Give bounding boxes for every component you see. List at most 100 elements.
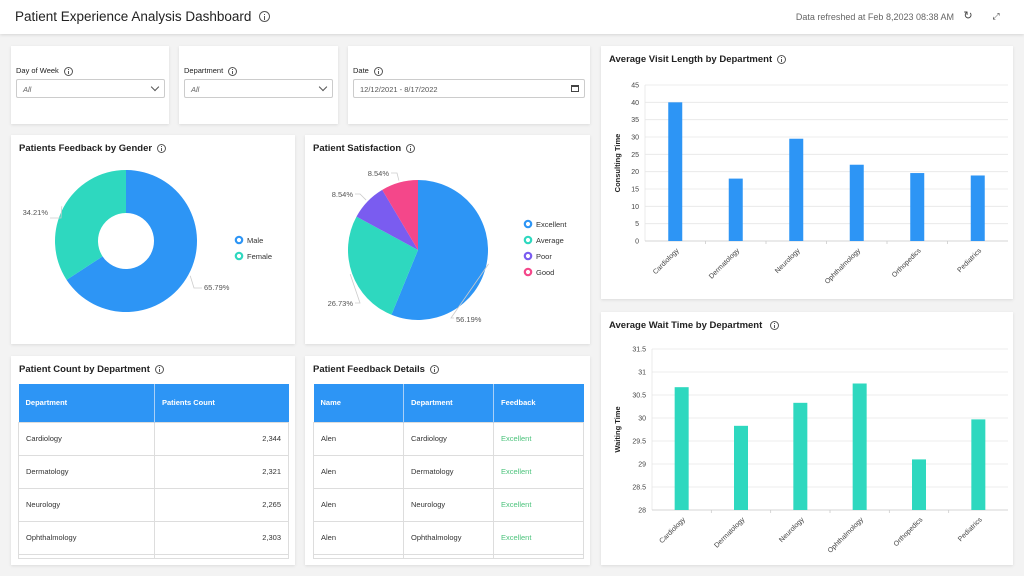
- name-cell: Alen: [313, 421, 404, 456]
- count-cell: 2,344: [154, 421, 289, 456]
- bar-pediatrics: [970, 175, 985, 241]
- y-tick-label: 10: [631, 204, 639, 211]
- data-label-average: 26.73%: [328, 299, 354, 308]
- column-header-patients-count[interactable]: Patients Count: [154, 384, 289, 422]
- dashboard-title: Patient Experience Analysis Dashboard: [15, 9, 252, 24]
- date-label: Date: [353, 66, 383, 76]
- column-header-feedback[interactable]: Feedback: [493, 384, 584, 422]
- count-cell: 2,321: [154, 454, 289, 489]
- info-icon[interactable]: [63, 66, 73, 76]
- patient-count-table: Department Patients Count Cardiology 2,34…: [18, 384, 289, 559]
- legend-marker-male: [234, 235, 244, 245]
- data-label-excellent: 56.19%: [456, 315, 482, 324]
- department-cell: Cardiology: [18, 421, 155, 456]
- legend-label-male: Male: [247, 236, 263, 245]
- y-axis-title: Waiting Time: [613, 406, 622, 452]
- x-tick-label-orthopedics: Orthopedics: [893, 516, 925, 548]
- feedback-cell: Excellent: [493, 520, 584, 555]
- y-tick-label: 28.5: [632, 485, 646, 492]
- legend-marker-poor: [523, 251, 533, 261]
- y-tick-label: 30: [638, 416, 646, 423]
- bar-neurology: [793, 402, 808, 510]
- y-tick-label: 29.5: [632, 439, 646, 446]
- bar-dermatology: [728, 178, 743, 241]
- y-tick-label: 30: [631, 135, 639, 142]
- table-header-row: Name Department Feedback: [313, 384, 584, 422]
- department-dropdown[interactable]: All: [184, 79, 333, 98]
- feedback-cell: Excellent: [493, 487, 584, 522]
- x-tick-label-pediatrics: Pediatrics: [957, 516, 984, 543]
- dashboard-title-wrap: Patient Experience Analysis Dashboard: [15, 9, 271, 24]
- feedback-cell: Excellent: [493, 421, 584, 456]
- y-tick-label: 25: [631, 152, 639, 159]
- y-tick-label: 20: [631, 169, 639, 176]
- table-row[interactable]: Alen Cardiology Excellent: [313, 421, 584, 456]
- y-tick-label: 5: [635, 221, 639, 228]
- x-tick-label-ophthalmology: Ophthalmology: [824, 247, 863, 286]
- bar-orthopedics: [910, 173, 925, 241]
- filter-card-department: Department All: [179, 46, 338, 124]
- department-cell: Neurology: [403, 487, 494, 522]
- department-cell: Cardiology: [403, 421, 494, 456]
- date-range-input[interactable]: 12/12/2021 - 8/17/2022: [353, 79, 585, 98]
- legend-marker-female: [234, 251, 244, 261]
- data-label-poor: 8.54%: [332, 190, 354, 199]
- column-header-department[interactable]: Department: [403, 384, 494, 422]
- y-tick-label: 31.5: [632, 347, 646, 354]
- y-tick-label: 31: [638, 370, 646, 377]
- info-icon[interactable]: [228, 66, 238, 76]
- column-header-name[interactable]: Name: [313, 384, 404, 422]
- satisfaction-pie-chart: 56.19% 26.73% 8.54% 8.54% Excellent Average Po…: [328, 169, 568, 324]
- legend-label-excellent: Excellent: [536, 220, 567, 229]
- legend-label-average: Average: [536, 236, 564, 245]
- satisfaction-card: Patient Satisfaction 56.19% 26.73% 8.54% 8.…: [305, 135, 590, 344]
- label-leader-poor: [355, 193, 367, 201]
- column-header-department[interactable]: Department: [18, 384, 155, 422]
- y-tick-label: 28: [638, 508, 646, 515]
- info-icon[interactable]: [154, 364, 164, 374]
- date-range-value: 12/12/2021 - 8/17/2022: [360, 85, 438, 94]
- wait-time-card: Average Wait Time by Department 28 28.5 29…: [601, 312, 1013, 565]
- department-value: All: [191, 85, 200, 94]
- legend-marker-excellent: [523, 219, 533, 229]
- wait-time-bar-chart: 28 28.5 29 29.5 30 30.5 31 31.5 Cardiology Dermat…: [613, 347, 1008, 555]
- day-of-week-value: All: [23, 85, 32, 94]
- data-refreshed-text: Data refreshed at Feb 8,2023 08:38 AM: [795, 12, 954, 22]
- x-tick-label-cardiology: Cardiology: [658, 516, 687, 545]
- day-of-week-label: Day of Week: [16, 66, 73, 76]
- header-bar: Patient Experience Analysis Dashboard Da…: [0, 0, 1024, 34]
- info-icon[interactable]: [373, 66, 383, 76]
- table-row[interactable]: Neurology 2,265: [18, 487, 289, 522]
- collapse-icon[interactable]: ⤢: [990, 10, 1002, 22]
- y-tick-label: 15: [631, 187, 639, 194]
- table-row[interactable]: Alen Ophthalmology Excellent: [313, 520, 584, 555]
- info-icon[interactable]: [259, 10, 271, 22]
- table-row-partial: [18, 553, 289, 559]
- feedback-cell: Excellent: [493, 454, 584, 489]
- table-row[interactable]: Alen Dermatology Excellent: [313, 454, 584, 489]
- patient-count-card: Patient Count by Department Department P…: [11, 356, 295, 565]
- department-cell: Ophthalmology: [403, 520, 494, 555]
- table-row[interactable]: Dermatology 2,321: [18, 454, 289, 489]
- info-icon[interactable]: [429, 364, 439, 374]
- table-row[interactable]: Cardiology 2,344: [18, 421, 289, 456]
- x-tick-label-dermatology: Dermatology: [708, 247, 741, 280]
- name-cell: Alen: [313, 520, 404, 555]
- day-of-week-dropdown[interactable]: All: [16, 79, 165, 98]
- filter-card-day-of-week: Day of Week All: [11, 46, 169, 124]
- table-row-partial: [313, 553, 584, 559]
- table-row[interactable]: Alen Neurology Excellent: [313, 487, 584, 522]
- department-cell: Dermatology: [18, 454, 155, 489]
- table-row[interactable]: Ophthalmology 2,303: [18, 520, 289, 555]
- name-cell: Alen: [313, 487, 404, 522]
- chevron-down-icon: [150, 82, 160, 92]
- refresh-icon[interactable]: ↻: [962, 10, 974, 22]
- bar-cardiology: [668, 102, 683, 241]
- empty-cell: [403, 553, 494, 559]
- data-label-female: 34.21%: [23, 208, 49, 217]
- count-cell: 2,303: [154, 520, 289, 555]
- department-cell: Dermatology: [403, 454, 494, 489]
- y-tick-label: 29: [638, 462, 646, 469]
- calendar-icon[interactable]: [571, 85, 579, 92]
- x-tick-label-pediatrics: Pediatrics: [956, 247, 983, 274]
